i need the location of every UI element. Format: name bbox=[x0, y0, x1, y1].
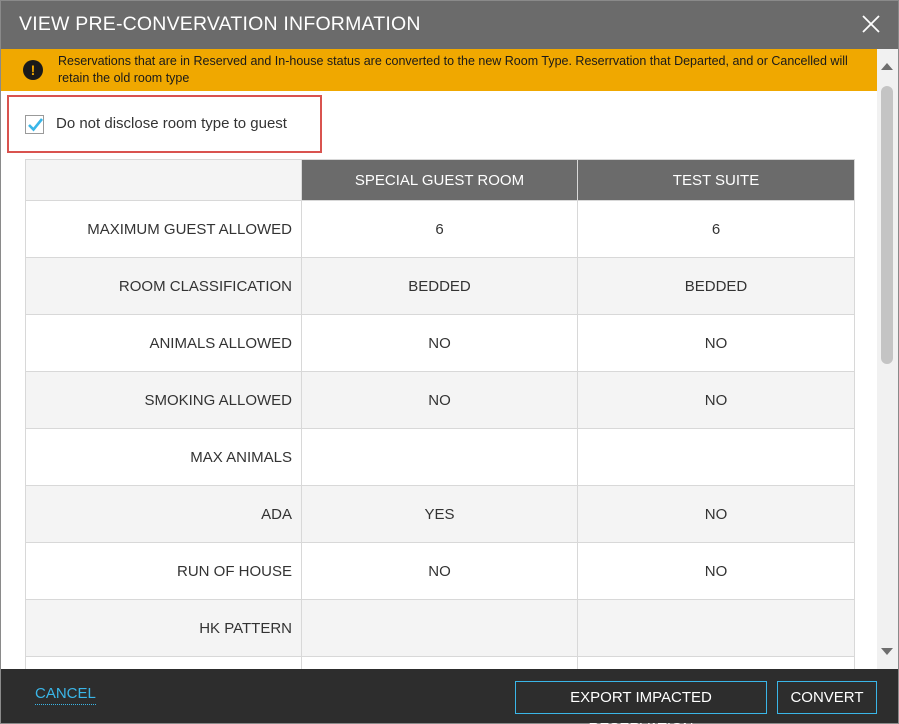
disclose-label[interactable]: Do not disclose room type to guest bbox=[56, 115, 287, 132]
pre-conversation-dialog: VIEW PRE-CONVERVATION INFORMATION ! Rese… bbox=[0, 0, 899, 724]
close-button[interactable] bbox=[860, 13, 882, 35]
warning-banner: ! Reservations that are in Reserved and … bbox=[1, 49, 877, 91]
cell-value: YES bbox=[301, 485, 578, 543]
close-icon bbox=[862, 15, 880, 33]
disclose-highlight: Do not disclose room type to guest bbox=[7, 95, 322, 153]
cell-value: NO bbox=[577, 485, 855, 543]
column-header-blank bbox=[25, 159, 302, 201]
cell-value bbox=[301, 428, 578, 486]
row-label: ADA bbox=[25, 485, 302, 543]
table-row bbox=[25, 656, 855, 669]
exclamation-circle-icon: ! bbox=[23, 60, 43, 80]
cell-value: NO bbox=[301, 314, 578, 372]
cell-value: NO bbox=[301, 542, 578, 600]
table-row: RUN OF HOUSE NO NO bbox=[25, 542, 855, 600]
cell-value: 6 bbox=[301, 200, 578, 258]
cell-value bbox=[577, 428, 855, 486]
cell-value: NO bbox=[577, 542, 855, 600]
row-label: MAXIMUM GUEST ALLOWED bbox=[25, 200, 302, 258]
cell-value bbox=[577, 599, 855, 657]
row-label: HK PATTERN bbox=[25, 599, 302, 657]
cell-value bbox=[301, 656, 578, 669]
cell-value: BEDDED bbox=[577, 257, 855, 315]
row-label: RUN OF HOUSE bbox=[25, 542, 302, 600]
dialog-footer: CANCEL EXPORT IMPACTED RESERVATION CONVE… bbox=[1, 669, 898, 724]
table-row: ADA YES NO bbox=[25, 485, 855, 543]
row-label bbox=[25, 656, 302, 669]
cell-value: 6 bbox=[577, 200, 855, 258]
cell-value: NO bbox=[577, 314, 855, 372]
scroll-down-arrow-icon[interactable] bbox=[881, 648, 893, 655]
checkmark-icon bbox=[28, 118, 44, 132]
cancel-link[interactable]: CANCEL bbox=[35, 685, 96, 705]
table-row: HK PATTERN bbox=[25, 599, 855, 657]
table-row: ANIMALS ALLOWED NO NO bbox=[25, 314, 855, 372]
dialog-title-bar: VIEW PRE-CONVERVATION INFORMATION bbox=[1, 1, 898, 49]
column-header-special-guest-room: SPECIAL GUEST ROOM bbox=[301, 159, 578, 201]
cell-value: NO bbox=[577, 371, 855, 429]
convert-button[interactable]: CONVERT bbox=[777, 681, 877, 714]
table-row: SMOKING ALLOWED NO NO bbox=[25, 371, 855, 429]
export-impacted-reservation-button[interactable]: EXPORT IMPACTED RESERVATION bbox=[515, 681, 767, 724]
room-type-comparison-table: SPECIAL GUEST ROOM TEST SUITE MAXIMUM GU… bbox=[25, 159, 855, 669]
dialog-content[interactable]: Do not disclose room type to guest SPECI… bbox=[1, 91, 877, 669]
warning-text: Reservations that are in Reserved and In… bbox=[58, 54, 848, 85]
row-label: ANIMALS ALLOWED bbox=[25, 314, 302, 372]
cell-value: BEDDED bbox=[301, 257, 578, 315]
row-label: SMOKING ALLOWED bbox=[25, 371, 302, 429]
scroll-up-arrow-icon[interactable] bbox=[881, 63, 893, 70]
column-header-test-suite: TEST SUITE bbox=[577, 159, 855, 201]
row-label: ROOM CLASSIFICATION bbox=[25, 257, 302, 315]
table-row: MAXIMUM GUEST ALLOWED 6 6 bbox=[25, 200, 855, 258]
vertical-scrollbar[interactable] bbox=[877, 49, 898, 669]
table-row: ROOM CLASSIFICATION BEDDED BEDDED bbox=[25, 257, 855, 315]
dialog-title: VIEW PRE-CONVERVATION INFORMATION bbox=[19, 13, 421, 35]
row-label: MAX ANIMALS bbox=[25, 428, 302, 486]
cell-value bbox=[577, 656, 855, 669]
cell-value: NO bbox=[301, 371, 578, 429]
disclose-checkbox[interactable] bbox=[25, 115, 44, 134]
table-header-row: SPECIAL GUEST ROOM TEST SUITE bbox=[25, 159, 855, 201]
scrollbar-thumb[interactable] bbox=[881, 86, 893, 364]
cell-value bbox=[301, 599, 578, 657]
table-row: MAX ANIMALS bbox=[25, 428, 855, 486]
